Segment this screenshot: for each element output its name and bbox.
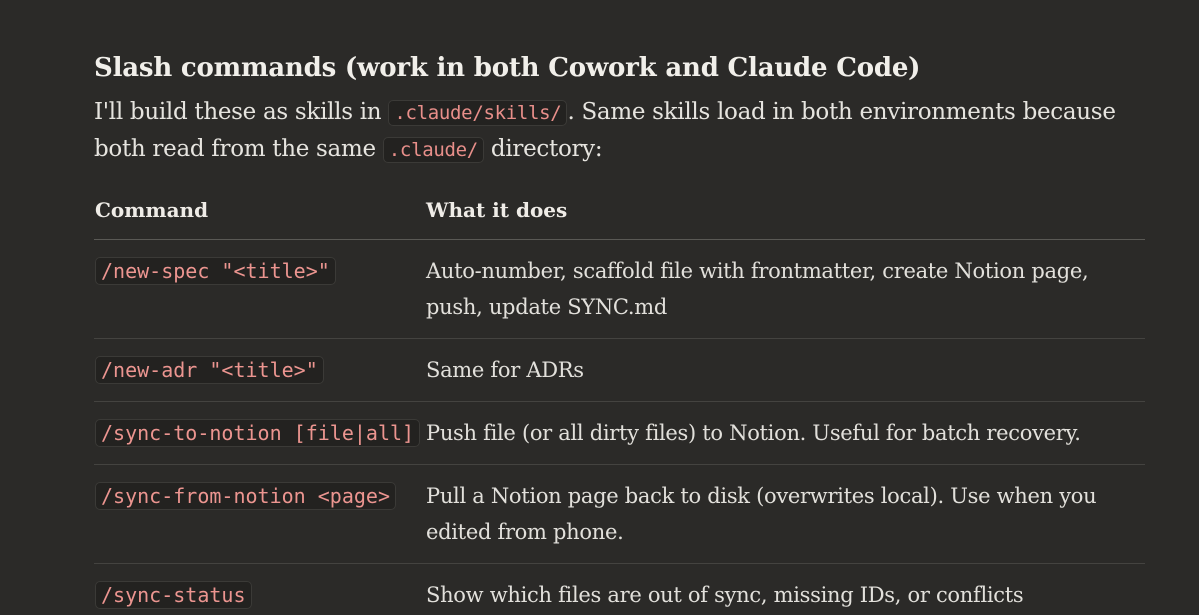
message-content: Slash commands (work in both Cowork and … xyxy=(94,48,1145,615)
command-code: /new-spec "<title>" xyxy=(95,257,336,285)
inline-code-skills-path: .claude/skills/ xyxy=(388,100,568,126)
description-cell: Push file (or all dirty files) to Notion… xyxy=(425,401,1145,465)
inline-code-claude-dir: .claude/ xyxy=(382,137,484,163)
command-code: /sync-to-notion [file|all] xyxy=(95,419,421,447)
table-header-row: Command What it does xyxy=(94,194,1145,240)
command-cell: /sync-to-notion [file|all] xyxy=(94,401,425,465)
command-cell: /sync-from-notion <page> xyxy=(94,464,425,564)
table-row: /new-adr "<title>" Same for ADRs xyxy=(94,338,1145,402)
table-row: /new-spec "<title>" Auto-number, scaffol… xyxy=(94,239,1145,339)
table-row: /sync-from-notion <page> Pull a Notion p… xyxy=(94,464,1145,564)
intro-text-3: directory: xyxy=(483,136,603,162)
intro-paragraph: I'll build these as skills in .claude/sk… xyxy=(94,94,1145,168)
command-cell: /new-adr "<title>" xyxy=(94,338,425,402)
commands-table: Command What it does /new-spec "<title>"… xyxy=(94,194,1145,615)
command-cell: /new-spec "<title>" xyxy=(94,239,425,339)
table-row: /sync-status Show which files are out of… xyxy=(94,564,1145,615)
command-code: /sync-status xyxy=(95,581,252,609)
section-heading: Slash commands (work in both Cowork and … xyxy=(94,53,921,83)
description-cell: Auto-number, scaffold file with frontmat… xyxy=(425,239,1145,339)
command-cell: /sync-status xyxy=(94,564,425,615)
description-cell: Same for ADRs xyxy=(425,338,1145,402)
command-code: /new-adr "<title>" xyxy=(95,356,324,384)
command-code: /sync-from-notion <page> xyxy=(95,482,396,510)
description-cell: Show which files are out of sync, missin… xyxy=(426,583,1024,607)
description-cell: Pull a Notion page back to disk (overwri… xyxy=(425,464,1145,564)
intro-text-1: I'll build these as skills in xyxy=(94,99,389,125)
header-description: What it does xyxy=(425,194,1145,240)
table-row: /sync-to-notion [file|all] Push file (or… xyxy=(94,401,1145,465)
header-command: Command xyxy=(94,194,425,240)
